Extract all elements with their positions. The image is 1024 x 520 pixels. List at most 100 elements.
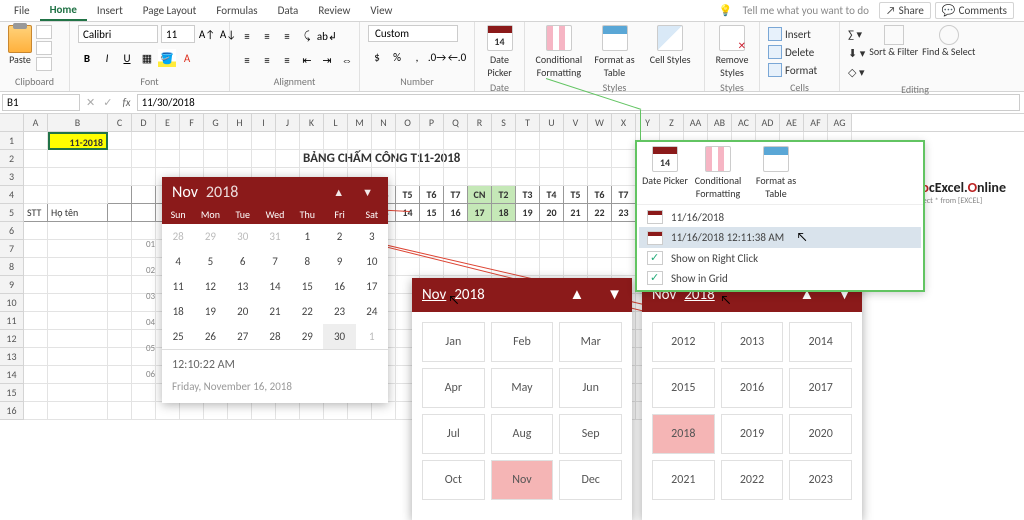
cell[interactable]: STT	[24, 204, 48, 222]
row-header[interactable]: 1	[0, 132, 24, 150]
cell[interactable]	[132, 186, 156, 204]
cell[interactable]	[204, 132, 228, 150]
cell[interactable]	[24, 276, 48, 294]
cell[interactable]	[612, 168, 636, 186]
tab-home[interactable]: Home	[40, 0, 87, 21]
row-header[interactable]: 15	[0, 384, 24, 402]
cell[interactable]	[276, 150, 300, 168]
cell[interactable]	[24, 312, 48, 330]
cell[interactable]	[108, 258, 132, 276]
cell[interactable]	[132, 402, 156, 420]
cell[interactable]	[348, 150, 372, 168]
name-box[interactable]	[2, 94, 80, 111]
tab-insert[interactable]: Insert	[87, 1, 133, 20]
cell[interactable]	[24, 150, 48, 168]
cell[interactable]	[420, 132, 444, 150]
column-header[interactable]: AE	[780, 114, 804, 131]
calendar-day[interactable]: 7	[259, 249, 291, 274]
format-cells-button[interactable]: Format	[768, 61, 817, 79]
cell[interactable]	[132, 204, 156, 222]
row-header[interactable]: 14	[0, 366, 24, 384]
calendar-day[interactable]: 28	[162, 224, 194, 249]
cell[interactable]	[396, 150, 420, 168]
cell[interactable]	[324, 132, 348, 150]
row-header[interactable]: 9	[0, 276, 24, 294]
cell[interactable]	[156, 402, 180, 420]
cell[interactable]	[540, 150, 564, 168]
cell[interactable]	[180, 150, 204, 168]
cell[interactable]	[564, 240, 588, 258]
column-header[interactable]: K	[300, 114, 324, 131]
calendar-day[interactable]: 2	[323, 224, 355, 249]
month-option[interactable]: Feb	[491, 322, 554, 362]
calendar-day[interactable]: 23	[323, 299, 355, 324]
cell[interactable]	[156, 150, 180, 168]
cell[interactable]	[156, 132, 180, 150]
tab-view[interactable]: View	[360, 1, 402, 20]
cell[interactable]	[48, 312, 108, 330]
row-header[interactable]: 8	[0, 258, 24, 276]
column-header[interactable]: A	[24, 114, 48, 131]
decrease-decimal-button[interactable]: ←.0	[448, 48, 466, 66]
cell[interactable]	[420, 168, 444, 186]
cell[interactable]	[48, 186, 108, 204]
cell[interactable]	[444, 168, 468, 186]
calendar-day[interactable]: 27	[227, 324, 259, 349]
cell[interactable]	[108, 240, 132, 258]
cell[interactable]	[348, 402, 372, 420]
calendar-day[interactable]: 28	[259, 324, 291, 349]
cell[interactable]	[396, 168, 420, 186]
cell[interactable]	[108, 276, 132, 294]
month-option[interactable]: Nov	[491, 460, 554, 500]
cell[interactable]	[108, 366, 132, 384]
year-option[interactable]: 2020	[789, 414, 852, 454]
cell[interactable]	[48, 402, 108, 420]
row-header[interactable]: 2	[0, 150, 24, 168]
number-format-select[interactable]	[368, 25, 458, 42]
cell[interactable]	[252, 132, 276, 150]
cell[interactable]	[468, 150, 492, 168]
cell[interactable]	[108, 132, 132, 150]
calendar-day[interactable]: 24	[356, 299, 388, 324]
month-option[interactable]: Oct	[422, 460, 485, 500]
increase-font-button[interactable]: A↑	[198, 25, 216, 43]
menu-item-date-time[interactable]: 11/16/2018 12:11:38 AM↖	[639, 227, 921, 248]
cell[interactable]	[228, 402, 252, 420]
cut-button[interactable]	[36, 25, 52, 39]
border-button[interactable]: ▦	[138, 49, 156, 67]
cell[interactable]	[396, 132, 420, 150]
cal2-prev-icon[interactable]: ▲	[569, 286, 584, 304]
cell[interactable]: T5	[396, 186, 420, 204]
menu-item-show-right-click[interactable]: Show on Right Click	[639, 248, 921, 268]
delete-cells-button[interactable]: Delete	[768, 43, 814, 61]
cell[interactable]	[300, 402, 324, 420]
cell[interactable]	[396, 222, 420, 240]
row-header[interactable]: 4	[0, 186, 24, 204]
cell[interactable]	[48, 150, 108, 168]
cell[interactable]	[108, 402, 132, 420]
format-as-table-button[interactable]: Format as Table	[589, 25, 641, 79]
fill-color-button[interactable]: 🪣	[158, 49, 176, 67]
year-option[interactable]: 2017	[789, 368, 852, 408]
cell[interactable]	[540, 168, 564, 186]
year-option[interactable]: 2018	[652, 414, 715, 454]
cell[interactable]: 19	[516, 204, 540, 222]
find-select-button[interactable]: Find & Select	[922, 25, 975, 58]
year-option[interactable]: 2016	[721, 368, 784, 408]
cell[interactable]	[612, 258, 636, 276]
column-header[interactable]: O	[396, 114, 420, 131]
cell[interactable]	[48, 168, 108, 186]
tab-file[interactable]: File	[4, 1, 40, 20]
calendar-day[interactable]: 14	[259, 274, 291, 299]
calendar-day[interactable]: 25	[162, 324, 194, 349]
format-painter-button[interactable]	[36, 57, 52, 71]
cell[interactable]	[24, 240, 48, 258]
year-option[interactable]: 2015	[652, 368, 715, 408]
comma-format-button[interactable]: ,	[408, 48, 426, 66]
column-header[interactable]: R	[468, 114, 492, 131]
cell[interactable]	[516, 240, 540, 258]
column-header[interactable]: AB	[708, 114, 732, 131]
cell[interactable]: T6	[420, 186, 444, 204]
cell[interactable]: T4	[540, 186, 564, 204]
cell[interactable]	[300, 132, 324, 150]
